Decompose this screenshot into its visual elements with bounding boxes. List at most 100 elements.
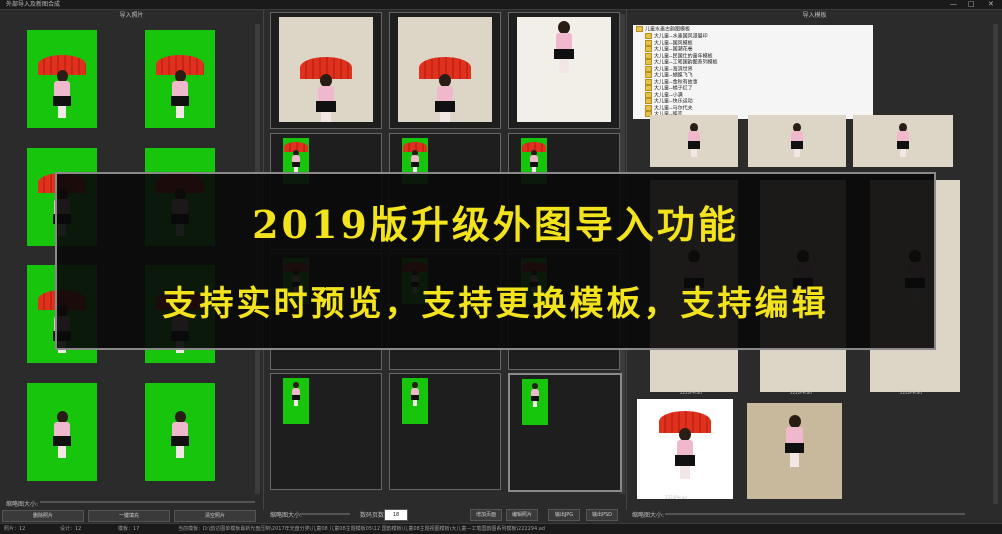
design-page[interactable] xyxy=(389,12,501,129)
child-legs xyxy=(440,112,450,122)
folder-icon xyxy=(645,85,652,91)
template-tree[interactable]: 儿童水墨古韵图模板 大儿童--水墨国风漫展印 大儿童--国风模板 大儿童--国潮花卷… xyxy=(633,25,873,119)
template-thumbnail[interactable] xyxy=(853,115,953,167)
template-thumbnail[interactable] xyxy=(748,115,846,167)
child-legs xyxy=(293,399,299,406)
export-jpg-button[interactable]: 输出JPG xyxy=(548,509,580,521)
child-legs xyxy=(57,105,67,118)
imported-photo[interactable] xyxy=(27,383,97,481)
child-legs xyxy=(789,453,800,467)
tree-item[interactable]: 大儿童--水墨国风漫展印 xyxy=(645,33,708,40)
close-button[interactable]: ✕ xyxy=(988,0,994,9)
page-count-label: 数码页数: xyxy=(360,512,387,519)
tree-item[interactable]: 大儿童--海滨世界 xyxy=(645,65,693,72)
right-scrollbar[interactable] xyxy=(993,24,998,504)
child-skirt xyxy=(53,95,71,106)
child-top xyxy=(555,33,573,50)
tree-item[interactable]: 大儿童--快乐运动 xyxy=(645,98,693,105)
child-top xyxy=(786,427,803,444)
child-legs xyxy=(680,466,690,480)
add-page-button[interactable]: 增加页面 xyxy=(470,509,502,521)
tree-item[interactable]: 大儿童--蝴蝶飞飞 xyxy=(645,72,693,79)
folder-icon xyxy=(645,65,652,72)
folder-icon xyxy=(645,72,652,78)
child-top xyxy=(436,85,454,103)
child-skirt xyxy=(435,101,455,113)
child-legs xyxy=(57,446,67,459)
child-top xyxy=(172,81,188,97)
child-legs xyxy=(532,400,538,407)
imported-photo[interactable] xyxy=(27,30,97,128)
tree-item[interactable]: 大儿童--国潮花卷 xyxy=(645,46,693,53)
folder-icon xyxy=(645,46,652,52)
one-click-fill-button[interactable]: 一键填充 xyxy=(88,510,170,522)
imported-photo[interactable] xyxy=(145,30,215,128)
folder-icon xyxy=(645,91,652,98)
tree-item[interactable]: 大儿童--橘子红了 xyxy=(645,85,693,92)
folder-icon xyxy=(645,104,652,111)
template-caption: 2222PH.ad xyxy=(900,390,922,395)
tree-item[interactable]: 大儿童--小满 xyxy=(645,91,683,98)
right-thumb-size-slider[interactable] xyxy=(665,513,965,515)
child-top xyxy=(676,439,694,457)
design-page[interactable] xyxy=(508,373,622,492)
left-thumb-size-slider[interactable] xyxy=(40,501,255,503)
clear-photos-button[interactable]: 清空照片 xyxy=(174,510,256,522)
design-page[interactable] xyxy=(270,12,382,129)
page-count-input[interactable]: 18 xyxy=(384,509,408,521)
folder-icon xyxy=(645,52,652,59)
design-page[interactable] xyxy=(270,373,382,490)
tree-item[interactable]: 大儿童--民国仕的童年模板 xyxy=(645,52,713,59)
title-bar: 外部导入及新图合成 — □ ✕ xyxy=(0,0,1002,10)
folder-icon xyxy=(636,26,643,32)
folder-icon xyxy=(645,33,652,39)
template-caption: 2222PH.ad xyxy=(790,390,812,395)
delete-photo-button[interactable]: 删除照片 xyxy=(2,510,84,522)
child-skirt xyxy=(554,48,574,60)
design-page[interactable] xyxy=(508,12,620,129)
design-page[interactable] xyxy=(389,373,501,490)
child-legs xyxy=(175,446,185,459)
export-psd-button[interactable]: 输出PSD xyxy=(586,509,618,521)
banner-subline: 支持实时预览，支持更换模板，支持编辑 xyxy=(162,284,829,324)
folder-icon xyxy=(645,78,652,85)
child-top xyxy=(54,81,70,97)
child-legs xyxy=(412,399,418,406)
child-legs xyxy=(559,59,569,73)
child-legs xyxy=(690,148,698,158)
child-skirt xyxy=(53,436,71,447)
child-legs xyxy=(321,112,331,122)
maximize-button[interactable]: □ xyxy=(968,0,975,9)
import-photos-header: 导入照片 xyxy=(119,12,144,19)
placed-photo xyxy=(522,379,548,425)
middle-thumb-size-slider[interactable] xyxy=(300,513,350,515)
child-skirt xyxy=(784,442,805,454)
left-thumb-size-label: 缩略图大小: xyxy=(6,501,39,508)
folder-icon xyxy=(645,39,652,46)
child-top xyxy=(172,422,188,438)
child-legs xyxy=(793,148,801,158)
tree-item[interactable]: 大儿童--金秋有故事 xyxy=(645,78,698,85)
edit-photo-button[interactable]: 编辑照片 xyxy=(506,509,538,521)
tree-item[interactable]: 大儿童--国风模板 xyxy=(645,39,693,46)
placed-photo xyxy=(283,378,309,424)
folder-icon xyxy=(645,98,652,104)
placed-photo xyxy=(402,378,428,424)
child-skirt xyxy=(171,436,189,447)
child-top xyxy=(317,85,335,103)
tree-item[interactable]: 大儿童--马尔代夫 xyxy=(645,104,693,111)
minimize-button[interactable]: — xyxy=(950,0,957,9)
template-caption: 2222PH.ad xyxy=(665,495,687,500)
middle-thumb-size-label: 缩略图大小: xyxy=(270,512,303,519)
template-thumbnail[interactable] xyxy=(747,403,842,499)
template-thumbnail[interactable] xyxy=(637,399,733,499)
imported-photo[interactable] xyxy=(145,383,215,481)
child-top xyxy=(54,422,70,438)
template-thumbnail[interactable] xyxy=(650,115,738,167)
promo-banner: 2019版升级外图导入功能 支持实时预览，支持更换模板，支持编辑 xyxy=(55,172,936,350)
tree-root[interactable]: 儿童水墨古韵图模板 xyxy=(636,26,690,33)
child-skirt xyxy=(316,101,336,113)
window-title: 外部导入及新图合成 xyxy=(6,1,61,8)
import-template-header: 导入模板 xyxy=(802,12,827,19)
tree-item[interactable]: 大儿童--工笔国韵图系列模板 xyxy=(645,59,718,66)
